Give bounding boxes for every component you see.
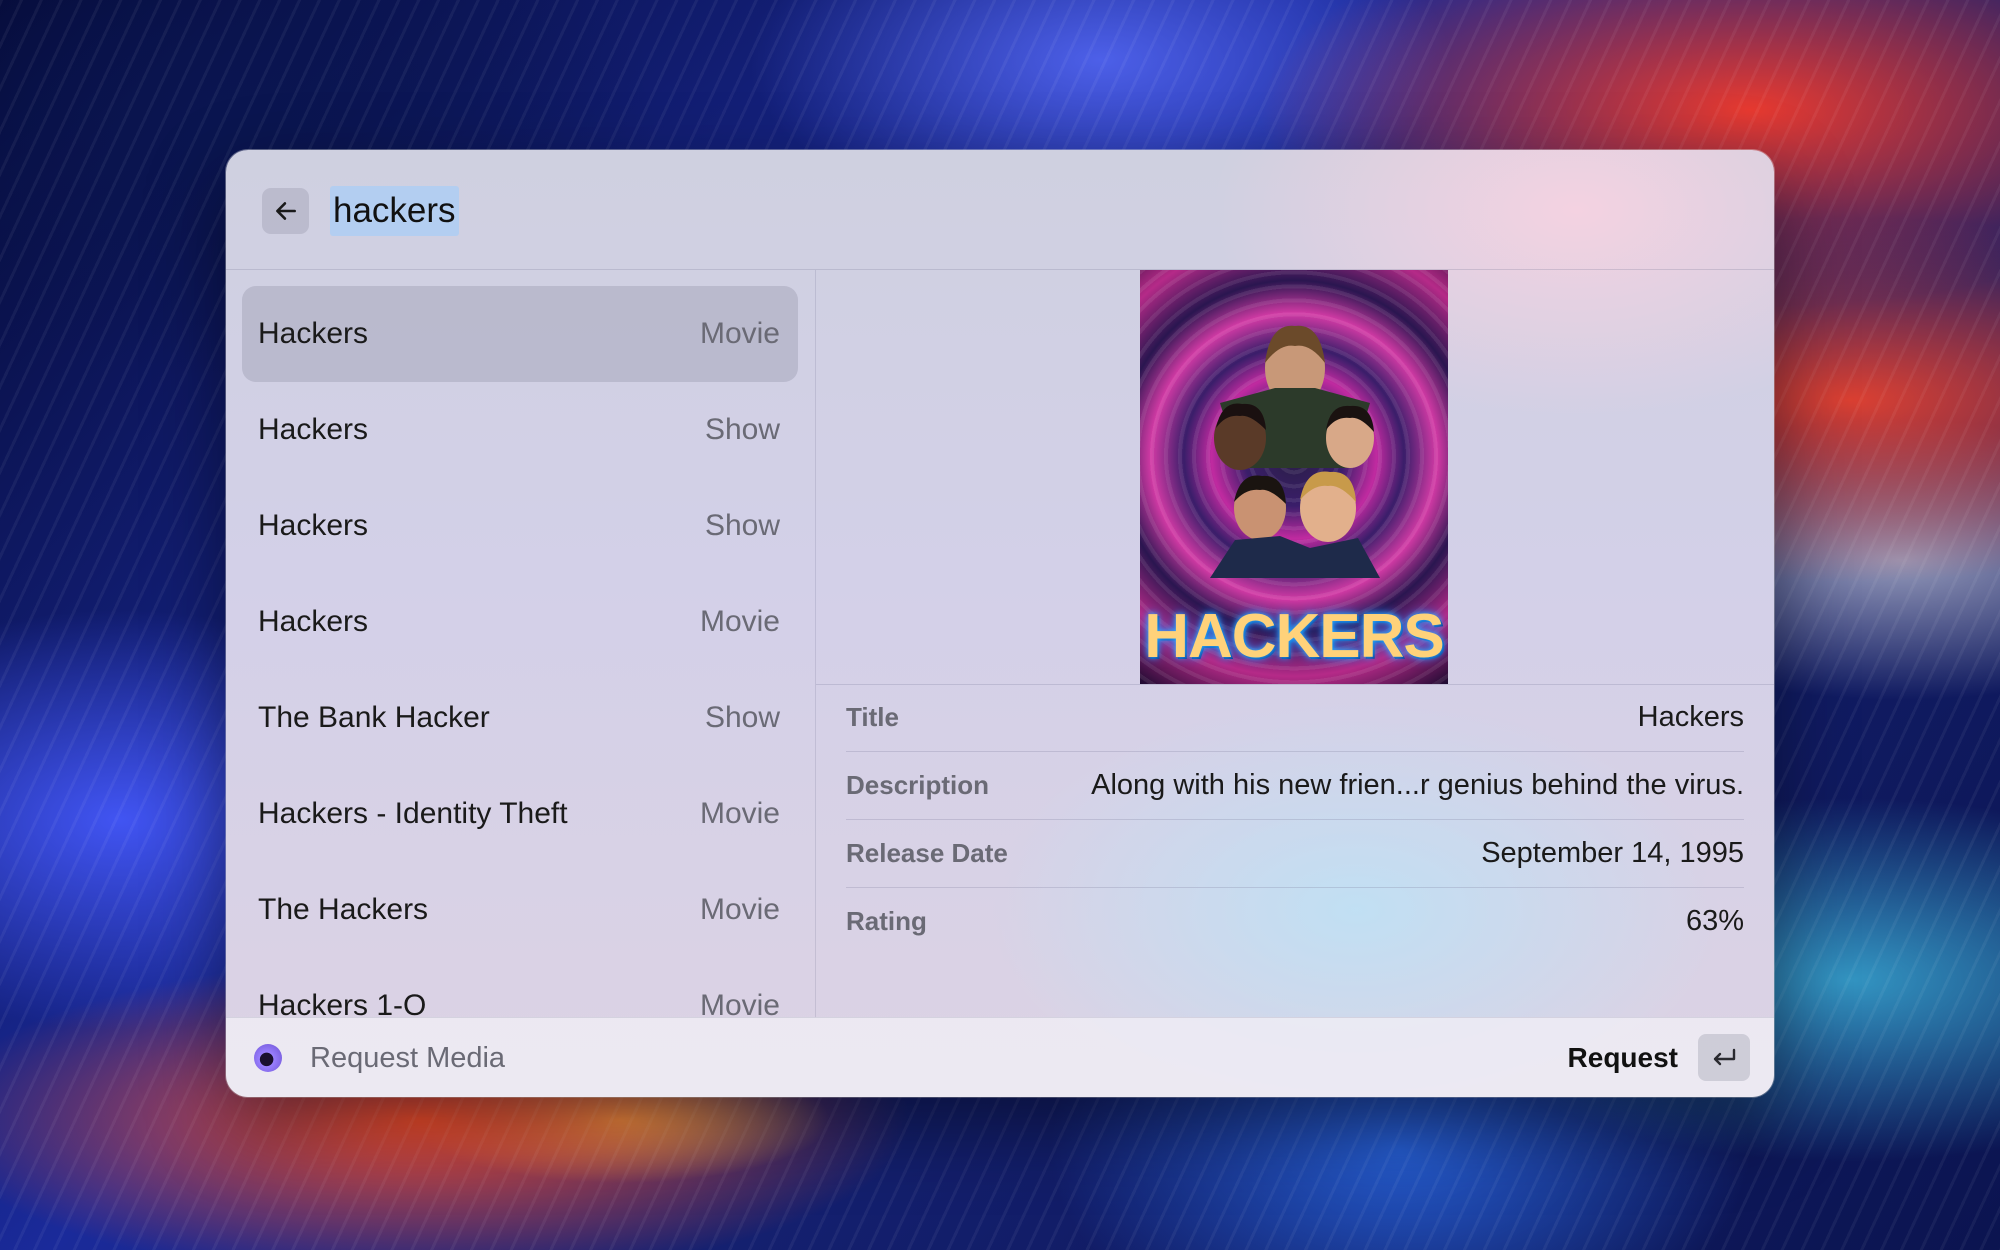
list-item[interactable]: Hackers Movie — [242, 286, 798, 382]
metadata-label: Release Date — [846, 838, 1008, 868]
action-bar: Request Media Request — [226, 1017, 1774, 1097]
metadata-list: Title Hackers Description Along with his… — [846, 684, 1744, 955]
poster-area: HACKERS — [816, 270, 1774, 685]
enter-key-icon — [1713, 1048, 1736, 1065]
metadata-value: Along with his new frien...r genius behi… — [1091, 769, 1744, 801]
metadata-row-title: Title Hackers — [846, 684, 1744, 752]
item-type: Movie — [699, 797, 780, 830]
list-item[interactable]: The Bank Hacker Show — [242, 670, 798, 766]
list-item[interactable]: Hackers 1-O Movie — [242, 958, 798, 1018]
item-type: Movie — [699, 605, 780, 638]
item-title: Hackers — [258, 413, 369, 446]
list-item[interactable]: Hackers Movie — [242, 574, 798, 670]
metadata-row-release-date: Release Date September 14, 1995 — [846, 820, 1744, 888]
poster-title-text: HACKERS — [1144, 602, 1445, 671]
list-item[interactable]: The Hackers Movie — [242, 862, 798, 958]
item-type: Show — [704, 701, 780, 734]
request-button[interactable]: Request — [1568, 1038, 1678, 1078]
item-type: Movie — [699, 893, 780, 926]
item-title: Hackers — [258, 605, 369, 638]
request-media-icon — [254, 1044, 282, 1072]
item-title: Hackers 1-O — [258, 989, 427, 1018]
results-list: Hackers Movie Hackers Show Hackers Show … — [226, 270, 816, 1018]
command-name: Request Media — [310, 1042, 506, 1074]
search-input[interactable]: hackers — [330, 186, 459, 236]
metadata-row-rating: Rating 63% — [846, 888, 1744, 955]
movie-poster: HACKERS — [1140, 270, 1448, 684]
metadata-value: Hackers — [1637, 701, 1744, 733]
list-item[interactable]: Hackers - Identity Theft Movie — [242, 766, 798, 862]
enter-key-button[interactable] — [1698, 1034, 1750, 1081]
item-title: Hackers — [258, 509, 369, 542]
item-title: The Hackers — [258, 893, 429, 926]
item-type: Movie — [699, 317, 780, 350]
poster-cast-illustration — [1210, 325, 1380, 578]
raycast-window: hackers Hackers Movie Hackers Show Hacke… — [226, 150, 1774, 1097]
item-title: The Bank Hacker — [258, 701, 490, 734]
metadata-row-description: Description Along with his new frien...r… — [846, 752, 1744, 820]
detail-pane: HACKERS Title Hackers Description Along … — [816, 270, 1774, 1018]
item-type: Show — [704, 509, 780, 542]
item-type: Show — [704, 413, 780, 446]
arrow-left-icon — [275, 202, 296, 220]
list-item[interactable]: Hackers Show — [242, 478, 798, 574]
search-bar: hackers — [226, 150, 1774, 270]
metadata-label: Title — [846, 702, 899, 732]
metadata-label: Description — [846, 770, 990, 800]
item-type: Movie — [699, 989, 780, 1018]
item-title: Hackers - Identity Theft — [258, 797, 568, 830]
metadata-value: September 14, 1995 — [1481, 837, 1744, 869]
metadata-label: Rating — [846, 906, 927, 936]
item-title: Hackers — [258, 317, 369, 350]
list-item[interactable]: Hackers Show — [242, 382, 798, 478]
metadata-value: 63% — [1685, 905, 1744, 937]
back-button[interactable] — [262, 188, 309, 234]
